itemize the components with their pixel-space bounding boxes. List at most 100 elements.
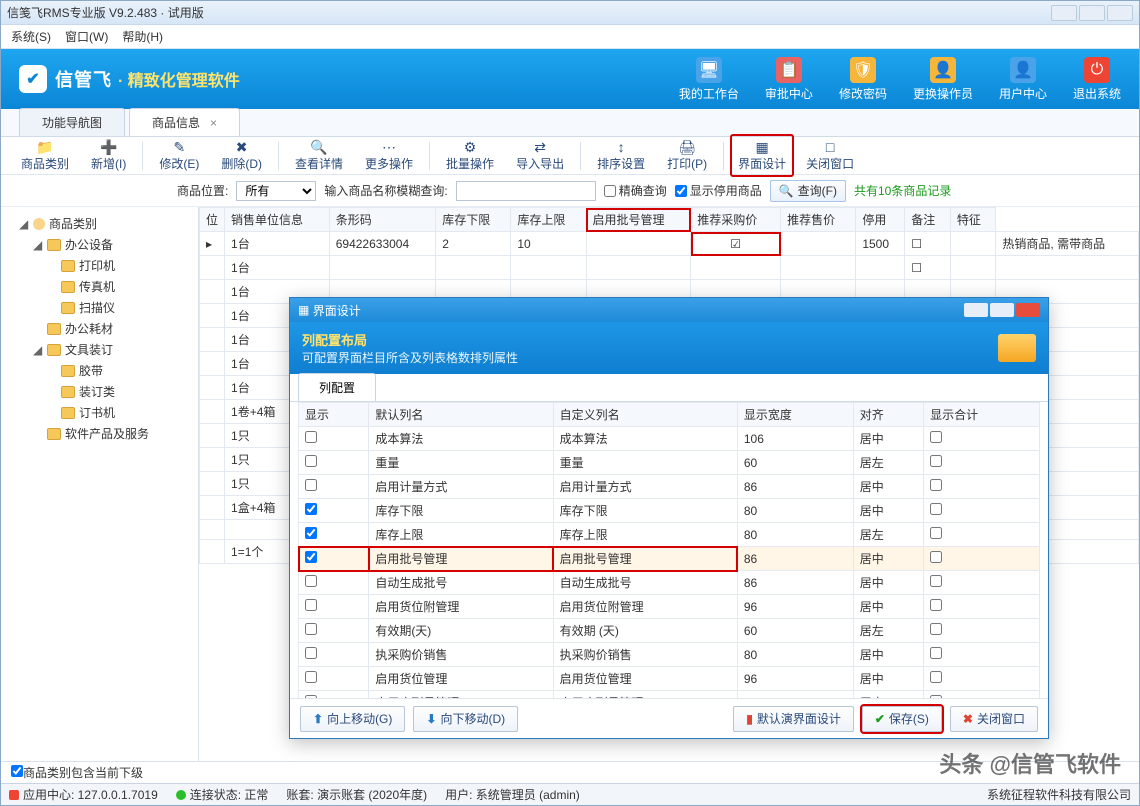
tool-查看详情[interactable]: 🔍查看详情 <box>285 137 353 174</box>
status-company: 系统征程软件科技有限公司 <box>987 786 1131 803</box>
dialog-tabs: 列配置 <box>290 374 1048 402</box>
dialog-row[interactable]: 自动生成批号自动生成批号86居中 <box>299 571 1040 595</box>
close-dialog-button[interactable]: ✖关闭窗口 <box>950 706 1038 732</box>
layout-designer-dialog: ▦ 界面设计 列配置布局 可配置界面栏目所含及列表格数排列属性 列配置 显示默认… <box>289 297 1049 739</box>
tool-更多操作[interactable]: ⋯更多操作 <box>355 137 423 174</box>
menu-window[interactable]: 窗口(W) <box>65 28 108 45</box>
minimize-icon[interactable] <box>1051 5 1077 21</box>
ribbon-退出系统[interactable]: ⏻退出系统 <box>1073 57 1121 102</box>
menu-help[interactable]: 帮助(H) <box>122 28 163 45</box>
ribbon-修改密码[interactable]: 🛡修改密码 <box>839 57 887 102</box>
conn-ok-icon <box>176 790 186 800</box>
toolbar: 📁商品类别➕新增(I) ✎修改(E)✖删除(D) 🔍查看详情⋯更多操作 ⚙批量操作⇄导… <box>1 137 1139 175</box>
tree-商品类别[interactable]: ◢商品类别 <box>19 213 194 234</box>
tree-软件产品及服务[interactable]: 软件产品及服务 <box>19 423 194 444</box>
move-down-button[interactable]: ⬇向下移动(D) <box>413 706 518 732</box>
include-sub-chk[interactable]: 商品类别包含当前下级 <box>11 764 143 781</box>
dialog-banner-sub: 可配置界面栏目所含及列表格数排列属性 <box>302 349 518 366</box>
dialog-row[interactable]: 成本算法成本算法106居中 <box>299 427 1040 451</box>
logo-text: 信管飞 <box>55 66 112 92</box>
window-title: 信笺飞RMS专业版 V9.2.483 · 试用版 <box>7 4 204 21</box>
ribbon: ✔ 信管飞 · 精致化管理软件 🖥我的工作台 📋审批中心 🛡修改密码 👤更换操作员 👤用… <box>1 49 1139 109</box>
category-tree[interactable]: ◢商品类别◢办公设备打印机传真机扫描仪办公耗材◢文具装订胶带装订类订书机软件产品… <box>1 207 199 761</box>
status-bar: 应用中心: 127.0.0.1.7019 连接状态: 正常 账套: 演示账套 (… <box>1 783 1139 805</box>
tree-扫描仪[interactable]: 扫描仪 <box>19 297 194 318</box>
tab-close-icon[interactable]: × <box>210 116 217 130</box>
tree-办公耗材[interactable]: 办公耗材 <box>19 318 194 339</box>
tool-界面设计[interactable]: ▦界面设计 <box>730 134 794 177</box>
maximize-icon[interactable] <box>1079 5 1105 21</box>
save-button[interactable]: ✔保存(S) <box>862 706 942 732</box>
dialog-tab-columns[interactable]: 列配置 <box>298 373 376 401</box>
tree-办公设备[interactable]: ◢办公设备 <box>19 234 194 255</box>
dialog-row[interactable]: 启用计量方式启用计量方式86居中 <box>299 475 1040 499</box>
table-row[interactable]: ▸1台69422633004210☑1500☐热销商品, 需带商品 <box>200 232 1139 256</box>
status-app-center: 应用中心: 127.0.0.1.7019 <box>23 786 158 803</box>
dialog-footer: ⬆向上移动(G) ⬇向下移动(D) ▮默认演界面设计 ✔保存(S) ✖关闭窗口 <box>290 698 1048 738</box>
filter-loc-select[interactable]: 所有 <box>236 181 316 201</box>
dialog-title: 界面设计 <box>313 302 361 319</box>
tree-文具装订[interactable]: ◢文具装订 <box>19 339 194 360</box>
dialog-max-icon[interactable] <box>990 303 1014 317</box>
tab-功能导航图[interactable]: 功能导航图 <box>19 108 125 136</box>
status-ledger: 账套: 演示账套 (2020年度) <box>286 786 427 803</box>
dialog-banner: 列配置布局 可配置界面栏目所含及列表格数排列属性 <box>290 322 1048 374</box>
filter-name-input[interactable] <box>456 181 596 201</box>
dialog-banner-icon <box>998 334 1036 362</box>
filter-disabled-chk[interactable]: 显示停用商品 <box>675 182 762 199</box>
logo-subtitle: · 精致化管理软件 <box>118 67 240 91</box>
dialog-close-icon[interactable] <box>1016 303 1040 317</box>
dialog-titlebar[interactable]: ▦ 界面设计 <box>290 298 1048 322</box>
search-button[interactable]: 🔍查询(F) <box>770 180 846 202</box>
ribbon-我的工作台[interactable]: 🖥我的工作台 <box>679 57 739 102</box>
filter-name-label: 输入商品名称模糊查询: <box>324 182 447 199</box>
tool-关闭窗口[interactable]: □关闭窗口 <box>796 137 864 174</box>
tree-订书机[interactable]: 订书机 <box>19 402 194 423</box>
tool-新增(I)[interactable]: ➕新增(I) <box>81 137 136 174</box>
tool-导入导出[interactable]: ⇄导入导出 <box>506 137 574 174</box>
app-center-icon <box>9 790 19 800</box>
tool-修改(E)[interactable]: ✎修改(E) <box>149 137 209 174</box>
tab-商品信息[interactable]: 商品信息× <box>129 108 240 136</box>
dialog-row[interactable]: 重量重量60居左 <box>299 451 1040 475</box>
move-up-button[interactable]: ⬆向上移动(G) <box>300 706 405 732</box>
page-tabs: 功能导航图商品信息× <box>1 109 1139 137</box>
dialog-banner-title: 列配置布局 <box>302 330 518 349</box>
default-layout-button[interactable]: ▮默认演界面设计 <box>733 706 854 732</box>
filter-bar: 商品位置: 所有 输入商品名称模糊查询: 精确查询 显示停用商品 🔍查询(F) … <box>1 175 1139 207</box>
dialog-min-icon[interactable] <box>964 303 988 317</box>
dialog-row[interactable]: 执采购价销售执采购价销售80居中 <box>299 643 1040 667</box>
status-user: 用户: 系统管理员 (admin) <box>445 786 580 803</box>
menu-bar: 系统(S) 窗口(W) 帮助(H) <box>1 25 1139 49</box>
logo-icon: ✔ <box>19 65 47 93</box>
ribbon-用户中心[interactable]: 👤用户中心 <box>999 57 1047 102</box>
tool-打印(P)[interactable]: 🖨打印(P) <box>657 137 717 174</box>
window-controls <box>1051 5 1133 21</box>
dialog-grid[interactable]: 显示默认列名自定义列名显示宽度对齐显示合计成本算法成本算法106居中重量重量60… <box>298 402 1040 698</box>
tool-批量操作[interactable]: ⚙批量操作 <box>436 137 504 174</box>
dialog-row[interactable]: 启用序列号管理启用序列号管理96居中 <box>299 691 1040 699</box>
dialog-row[interactable]: 启用货位管理启用货位管理96居中 <box>299 667 1040 691</box>
dialog-row[interactable]: 库存上限库存上限80居左 <box>299 523 1040 547</box>
dialog-row[interactable]: 启用批号管理启用批号管理86居中 <box>299 547 1040 571</box>
tree-胶带[interactable]: 胶带 <box>19 360 194 381</box>
menu-system[interactable]: 系统(S) <box>11 28 51 45</box>
dialog-row[interactable]: 有效期(天)有效期 (天)60居左 <box>299 619 1040 643</box>
ribbon-审批中心[interactable]: 📋审批中心 <box>765 57 813 102</box>
bottom-bar: 商品类别包含当前下级 <box>1 761 1139 783</box>
tool-商品类别[interactable]: 📁商品类别 <box>11 137 79 174</box>
tree-打印机[interactable]: 打印机 <box>19 255 194 276</box>
close-icon[interactable] <box>1107 5 1133 21</box>
result-count: 共有10条商品记录 <box>854 182 951 199</box>
dialog-row[interactable]: 库存下限库存下限80居中 <box>299 499 1040 523</box>
table-row[interactable]: 1台☐ <box>200 256 1139 280</box>
filter-exact-chk[interactable]: 精确查询 <box>604 182 667 199</box>
ribbon-更换操作员[interactable]: 👤更换操作员 <box>913 57 973 102</box>
filter-loc-label: 商品位置: <box>177 182 228 199</box>
dialog-row[interactable]: 启用货位附管理启用货位附管理96居中 <box>299 595 1040 619</box>
tree-传真机[interactable]: 传真机 <box>19 276 194 297</box>
tree-装订类[interactable]: 装订类 <box>19 381 194 402</box>
tool-删除(D)[interactable]: ✖删除(D) <box>211 137 272 174</box>
tool-排序设置[interactable]: ↕排序设置 <box>587 137 655 174</box>
status-connection: 连接状态: 正常 <box>190 786 269 803</box>
